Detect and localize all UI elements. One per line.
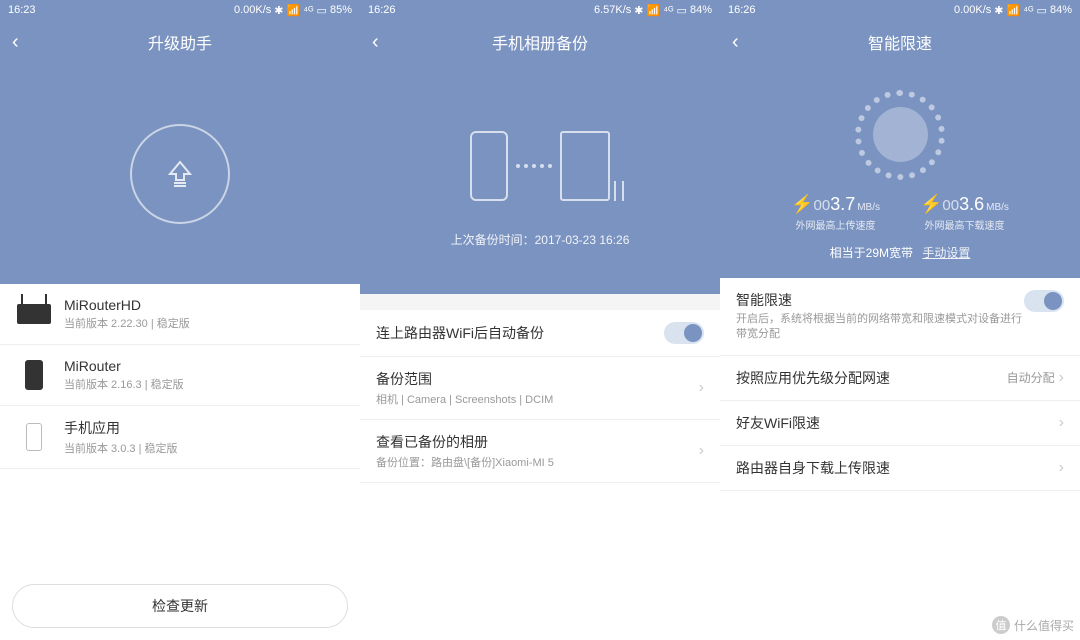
upload-label: 外网最高上传速度 [791, 217, 880, 232]
bolt-icon: ⚡ [791, 194, 813, 214]
status-bar: 16:23 0.00K/s ✱ 📶 ⁴ᴳ ▭ 85% [0, 0, 360, 20]
backup-hero: 上次备份时间：2017-03-23 16:26 [360, 64, 720, 294]
qos-panel: 16:26 0.00K/s ✱ 📶 ⁴ᴳ ▭ 84% ‹ 智能限速 ⚡003.7… [720, 0, 1080, 640]
phone-app-icon [16, 419, 52, 455]
download-speed: ⚡003.6MB/s 外网最高下载速度 [920, 194, 1009, 232]
upload-icon[interactable] [130, 124, 230, 224]
item-title: 按照应用优先级分配网速 [736, 368, 1007, 388]
device-item-router[interactable]: MiRouter 当前版本 2.16.3 | 稳定版 [0, 345, 360, 406]
page-title: 智能限速 [868, 30, 932, 54]
signal-icons: ✱ 📶 ⁴ᴳ ▭ [634, 4, 687, 17]
status-bar: 16:26 6.57K/s ✱ 📶 ⁴ᴳ ▭ 84% [360, 0, 720, 20]
smart-qos-toggle[interactable] [1024, 290, 1064, 312]
back-icon[interactable]: ‹ [732, 31, 739, 54]
auto-backup-item[interactable]: 连上路由器WiFi后自动备份 [360, 310, 720, 357]
status-time: 16:26 [728, 4, 756, 16]
item-title: 备份范围 [376, 369, 699, 389]
item-sub: 当前版本 2.16.3 | 稳定版 [64, 376, 344, 392]
header: ‹ 升级助手 [0, 20, 360, 64]
router-outline-icon [560, 131, 610, 201]
view-backup-item[interactable]: 查看已备份的相册 备份位置：路由盘\[备份]Xiaomi-MI 5 › [360, 420, 720, 483]
header: ‹ 智能限速 [720, 20, 1080, 64]
chevron-right-icon: › [699, 442, 704, 460]
guest-wifi-item[interactable]: 好友WiFi限速 › [720, 401, 1080, 446]
bandwidth-info: 相当于29M宽带 手动设置 [830, 244, 971, 261]
signal-icons: ✱ 📶 ⁴ᴳ ▭ [994, 4, 1047, 17]
item-value: 自动分配 [1007, 369, 1055, 386]
device-item-routerhd[interactable]: MiRouterHD 当前版本 2.22.30 | 稳定版 [0, 284, 360, 345]
auto-backup-toggle[interactable] [664, 322, 704, 344]
item-sub: 当前版本 2.22.30 | 稳定版 [64, 315, 344, 331]
status-time: 16:26 [368, 4, 396, 16]
item-sub: 开启后，系统将根据当前的网络带宽和限速模式对设备进行带宽分配 [736, 312, 1024, 343]
net-speed: 0.00K/s [234, 4, 271, 16]
chevron-right-icon: › [1059, 459, 1064, 477]
last-backup-time: 上次备份时间：2017-03-23 16:26 [451, 231, 630, 248]
item-title: 智能限速 [736, 290, 1024, 310]
app-priority-item[interactable]: 按照应用优先级分配网速 自动分配 › [720, 356, 1080, 401]
speed-dial-icon [855, 90, 945, 180]
chevron-right-icon: › [1059, 414, 1064, 432]
item-title: MiRouterHD [64, 297, 344, 313]
device-item-app[interactable]: 手机应用 当前版本 3.0.3 | 稳定版 [0, 406, 360, 469]
item-title: MiRouter [64, 358, 344, 374]
battery-pct: 84% [690, 4, 712, 16]
routerhd-icon [16, 296, 52, 332]
watermark: 值 什么值得买 [992, 616, 1074, 634]
back-icon[interactable]: ‹ [12, 31, 19, 54]
battery-pct: 84% [1050, 4, 1072, 16]
smart-qos-item[interactable]: 智能限速 开启后，系统将根据当前的网络带宽和限速模式对设备进行带宽分配 [720, 278, 1080, 356]
item-sub: 当前版本 3.0.3 | 稳定版 [64, 440, 344, 456]
backup-scope-item[interactable]: 备份范围 相机 | Camera | Screenshots | DCIM › [360, 357, 720, 420]
header: ‹ 手机相册备份 [360, 20, 720, 64]
router-limit-item[interactable]: 路由器自身下载上传限速 › [720, 446, 1080, 491]
upgrade-panel: 16:23 0.00K/s ✱ 📶 ⁴ᴳ ▭ 85% ‹ 升级助手 MiRout… [0, 0, 360, 640]
watermark-icon: 值 [992, 616, 1010, 634]
item-sub: 备份位置：路由盘\[备份]Xiaomi-MI 5 [376, 454, 699, 470]
chevron-right-icon: › [1059, 369, 1064, 387]
check-update-button[interactable]: 检查更新 [12, 584, 348, 628]
status-bar: 16:26 0.00K/s ✱ 📶 ⁴ᴳ ▭ 84% [720, 0, 1080, 20]
watermark-text: 什么值得买 [1014, 617, 1074, 634]
page-title: 升级助手 [148, 30, 212, 54]
spacer [360, 294, 720, 310]
download-label: 外网最高下载速度 [920, 217, 1009, 232]
item-sub: 相机 | Camera | Screenshots | DCIM [376, 391, 699, 407]
signal-icons: ✱ 📶 ⁴ᴳ ▭ [274, 4, 327, 17]
upgrade-hero [0, 64, 360, 284]
battery-pct: 85% [330, 4, 352, 16]
upload-speed: ⚡003.7MB/s 外网最高上传速度 [791, 194, 880, 232]
net-speed: 6.57K/s [594, 4, 631, 16]
back-icon[interactable]: ‹ [372, 31, 379, 54]
item-title: 好友WiFi限速 [736, 413, 1059, 433]
status-time: 16:23 [8, 4, 36, 16]
manual-settings-link[interactable]: 手动设置 [922, 246, 970, 260]
qos-hero: ⚡003.7MB/s 外网最高上传速度 ⚡003.6MB/s 外网最高下载速度 … [720, 64, 1080, 278]
qos-settings-list: 智能限速 开启后，系统将根据当前的网络带宽和限速模式对设备进行带宽分配 按照应用… [720, 278, 1080, 640]
phone-outline-icon [470, 131, 508, 201]
transfer-dots-icon [516, 164, 552, 168]
item-title: 连上路由器WiFi后自动备份 [376, 323, 664, 343]
item-title: 路由器自身下载上传限速 [736, 458, 1059, 478]
backup-settings-list: 连上路由器WiFi后自动备份 备份范围 相机 | Camera | Screen… [360, 310, 720, 640]
bolt-icon: ⚡ [920, 194, 942, 214]
chevron-right-icon: › [699, 379, 704, 397]
item-title: 查看已备份的相册 [376, 432, 699, 452]
router-icon [16, 357, 52, 393]
net-speed: 0.00K/s [954, 4, 991, 16]
item-title: 手机应用 [64, 418, 344, 438]
page-title: 手机相册备份 [492, 30, 588, 54]
backup-panel: 16:26 6.57K/s ✱ 📶 ⁴ᴳ ▭ 84% ‹ 手机相册备份 上次备份… [360, 0, 720, 640]
